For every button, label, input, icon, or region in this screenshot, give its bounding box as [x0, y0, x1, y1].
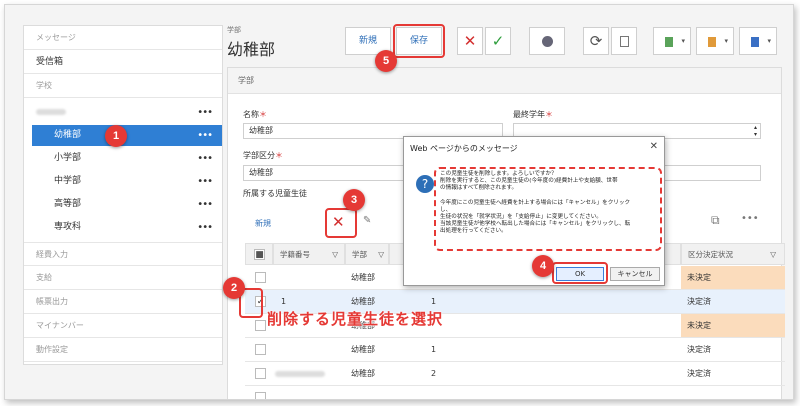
sidebar-header-school: 学校 [24, 74, 222, 98]
refresh-icon: ⟳ [589, 32, 603, 50]
page-title: 幼稚部 [227, 40, 276, 59]
breadcrumb: 学部 [227, 26, 241, 34]
help-button[interactable] [529, 27, 565, 55]
sidebar-item-label: 専攻科 [54, 222, 82, 232]
word-icon [751, 37, 759, 47]
filter-icon[interactable]: ▽ [378, 244, 384, 266]
export-button[interactable] [611, 27, 637, 55]
row-checkbox[interactable] [255, 320, 266, 331]
report-dropdown[interactable]: ▾ [696, 27, 734, 55]
dialog-title: Web ページからのメッセージ [410, 144, 518, 153]
chevron-down-icon: ▾ [724, 37, 728, 45]
cancel-button[interactable]: キャンセル [610, 267, 660, 281]
more-icon[interactable]: ••• [197, 194, 213, 215]
filter-icon[interactable]: ▽ [332, 244, 338, 266]
sidebar-section-settings[interactable]: 動作設定 [24, 338, 222, 362]
close-icon[interactable]: ✕ [650, 141, 658, 152]
more-icon[interactable]: ••• [197, 125, 213, 146]
blurred-school-name [36, 108, 66, 115]
export-icon [619, 36, 629, 47]
sidebar-section-mynumber[interactable]: マイナンバー [24, 314, 222, 338]
step-badge-2: 2 [223, 277, 245, 299]
select-all-cell[interactable]: ■ [245, 243, 273, 265]
excel-icon [665, 37, 673, 47]
table-row[interactable]: 幼稚部 1 決定済 [245, 338, 785, 362]
select-all-checkbox[interactable]: ■ [254, 249, 265, 260]
sidebar-item-label: 中学部 [54, 176, 82, 186]
blurred-student-number [275, 370, 325, 377]
sidebar-item-school-name[interactable]: ••• [24, 102, 222, 123]
help-icon [541, 36, 553, 47]
more-icon[interactable]: ••• [197, 102, 213, 123]
new-student-link[interactable]: 新規 [255, 218, 271, 229]
status-badge: 決定済 [687, 369, 711, 378]
delete-button[interactable]: ✕ [457, 27, 483, 55]
word-dropdown[interactable]: ▾ [739, 27, 777, 55]
status-badge: 決定済 [687, 297, 711, 306]
check-icon: ✓ [491, 32, 505, 50]
more-icon[interactable]: ••• [197, 148, 213, 169]
status-badge: 未決定 [681, 314, 785, 337]
sidebar-item-label: 小学部 [54, 153, 82, 163]
sidebar-item-elementary[interactable]: 小学部 ••• [24, 148, 222, 169]
close-icon: ✕ [463, 32, 477, 50]
sidebar: メッセージ 受信箱 学校 ••• 幼稚部 ••• 小学部 ••• 中学部 •••… [23, 25, 223, 365]
row-number: 1 [431, 345, 437, 354]
step-badge-4: 4 [532, 255, 554, 277]
chevron-down-icon: ▾ [767, 37, 771, 45]
sidebar-item-kindergarten[interactable]: 幼稚部 ••• [32, 125, 222, 146]
row-checkbox[interactable] [255, 368, 266, 379]
row-department: 幼稚部 [351, 273, 375, 282]
row-number: 2 [431, 369, 437, 378]
ok-highlight [552, 262, 608, 284]
step-badge-3: 3 [343, 189, 365, 211]
report-icon [708, 37, 716, 47]
save-highlight [393, 24, 445, 58]
excel-dropdown[interactable]: ▾ [653, 27, 691, 55]
sidebar-item-junior-high[interactable]: 中学部 ••• [24, 171, 222, 192]
row-checkbox[interactable] [255, 344, 266, 355]
row-checkbox[interactable] [255, 392, 266, 399]
confirm-button[interactable]: ✓ [485, 27, 511, 55]
row-department: 幼稚部 [351, 369, 375, 378]
callout-text: 削除する児童生徒を選択 [267, 310, 444, 328]
question-icon: ? [416, 175, 434, 193]
status-badge: 未決定 [681, 266, 785, 289]
row-checkbox[interactable] [255, 272, 266, 283]
col-decision-status[interactable]: 区分決定状況 ▽ [681, 243, 785, 265]
sidebar-item-high-school[interactable]: 高等部 ••• [24, 194, 222, 215]
more-icon[interactable]: ••• [197, 217, 213, 238]
sidebar-section-expense[interactable]: 経費入力 [24, 242, 222, 266]
delete-highlight [325, 208, 357, 238]
table-row[interactable]: 幼稚部 2 決定済 [245, 362, 785, 386]
col-student-number[interactable]: 学籍番号 ▽ [273, 243, 345, 265]
division-label: 学部区分＊ [243, 151, 283, 160]
panel-heading: 学部 [228, 68, 781, 94]
sidebar-item-inbox[interactable]: 受信箱 [24, 50, 222, 74]
sidebar-item-label: 高等部 [54, 199, 82, 209]
step-badge-5: 5 [375, 50, 397, 72]
students-label: 所属する児童生徒 [243, 189, 307, 198]
row-department: 幼稚部 [351, 345, 375, 354]
sidebar-item-advanced[interactable]: 専攻科 ••• [24, 217, 222, 238]
more-icon[interactable]: ••• [741, 213, 759, 224]
app-window: メッセージ 受信箱 学校 ••• 幼稚部 ••• 小学部 ••• 中学部 •••… [4, 4, 794, 400]
filter-icon[interactable]: ▽ [770, 244, 776, 266]
status-badge: 決定済 [687, 345, 711, 354]
sidebar-item-label: 幼稚部 [54, 130, 82, 140]
final-grade-label: 最終学年＊ [513, 110, 553, 119]
sidebar-header-messages: メッセージ [24, 26, 222, 50]
sidebar-section-payment[interactable]: 支給 [24, 266, 222, 290]
refresh-button[interactable]: ⟳ [583, 27, 609, 55]
more-icon[interactable]: ••• [197, 171, 213, 192]
col-department[interactable]: 学部 ▽ [345, 243, 389, 265]
dialog-message: この児童生徒を削除します。よろしいですか？ 削除を実行すると、この児童生徒の(今… [440, 171, 631, 235]
step-badge-1: 1 [105, 125, 127, 147]
table-row[interactable] [245, 386, 785, 399]
edit-icon[interactable]: ✎ [363, 215, 371, 226]
export-icon[interactable]: ⧉ [711, 213, 720, 228]
sidebar-section-reports[interactable]: 帳票出力 [24, 290, 222, 314]
name-label: 名称＊ [243, 110, 267, 119]
chevron-down-icon: ▾ [681, 37, 685, 45]
